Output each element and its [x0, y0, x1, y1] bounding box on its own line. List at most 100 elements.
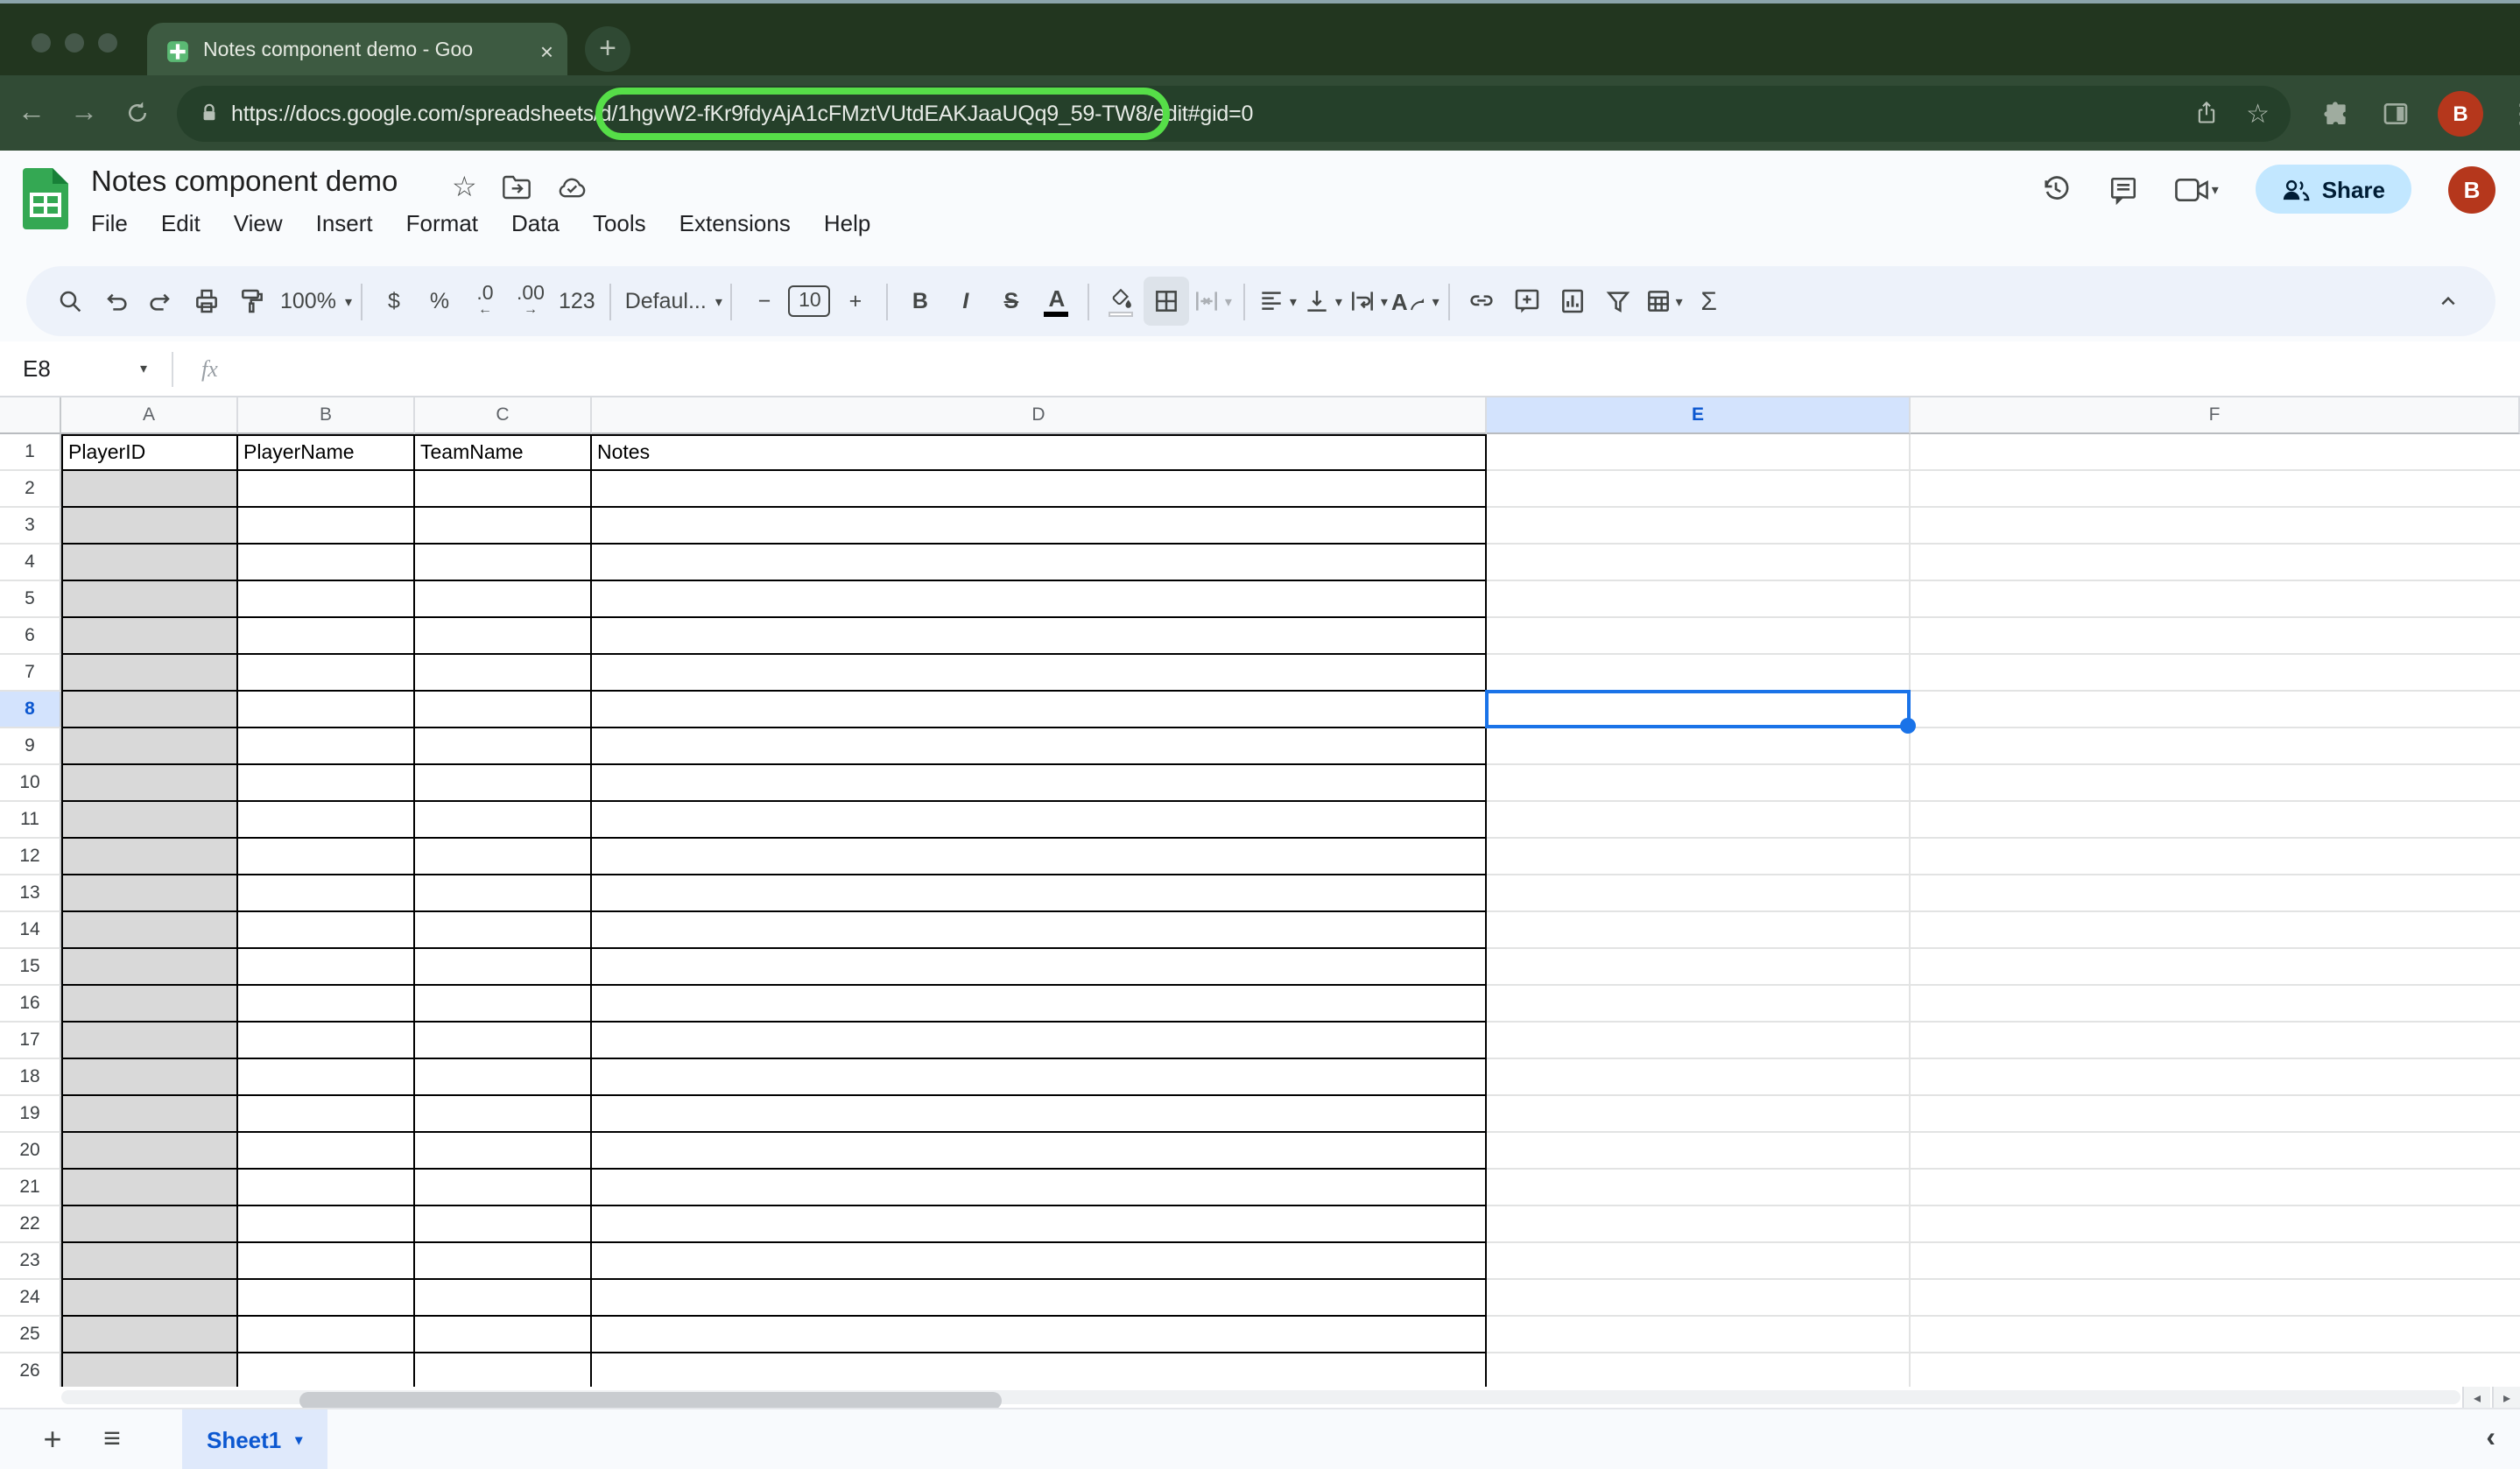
cell-B21[interactable] [238, 1170, 415, 1206]
cell-E8[interactable] [1487, 692, 1911, 728]
cell-A26[interactable] [61, 1353, 238, 1387]
cell-B10[interactable] [238, 765, 415, 802]
decrease-decimal-button[interactable]: .0← [462, 277, 508, 326]
cell-A14[interactable] [61, 912, 238, 949]
scrollbar-thumb[interactable] [299, 1392, 1002, 1409]
text-color-icon[interactable]: A [1034, 277, 1080, 326]
tab-close-icon[interactable]: × [540, 38, 553, 64]
cell-F25[interactable] [1911, 1317, 2520, 1353]
cell-D24[interactable] [592, 1280, 1487, 1317]
cell-A1[interactable]: PlayerID [61, 434, 238, 471]
cell-A19[interactable] [61, 1096, 238, 1133]
cell-C3[interactable] [415, 508, 592, 545]
cell-A23[interactable] [61, 1243, 238, 1280]
font-size-decrease-button[interactable]: − [742, 277, 787, 326]
undo-icon[interactable] [93, 277, 138, 326]
cell-F16[interactable] [1911, 986, 2520, 1023]
cell-C10[interactable] [415, 765, 592, 802]
browser-profile-avatar[interactable]: B [2438, 90, 2483, 136]
cell-A21[interactable] [61, 1170, 238, 1206]
row-header-16[interactable]: 16 [0, 986, 61, 1023]
cell-E14[interactable] [1487, 912, 1911, 949]
cell-B6[interactable] [238, 618, 415, 655]
cell-C4[interactable] [415, 545, 592, 581]
cell-A22[interactable] [61, 1206, 238, 1243]
cell-D18[interactable] [592, 1059, 1487, 1096]
menu-format[interactable]: Format [406, 210, 478, 236]
cell-C26[interactable] [415, 1353, 592, 1387]
scrollbar-track[interactable] [61, 1390, 2460, 1404]
cell-B9[interactable] [238, 728, 415, 765]
cell-C7[interactable] [415, 655, 592, 692]
column-header-A[interactable]: A [61, 397, 238, 434]
cell-C13[interactable] [415, 875, 592, 912]
cell-B26[interactable] [238, 1353, 415, 1387]
row-header-12[interactable]: 12 [0, 839, 61, 875]
row-header-13[interactable]: 13 [0, 875, 61, 912]
row-header-3[interactable]: 3 [0, 508, 61, 545]
cell-A10[interactable] [61, 765, 238, 802]
row-header-20[interactable]: 20 [0, 1133, 61, 1170]
cell-E18[interactable] [1487, 1059, 1911, 1096]
more-formats-button[interactable]: 123 [553, 277, 601, 326]
cell-C16[interactable] [415, 986, 592, 1023]
cell-C11[interactable] [415, 802, 592, 839]
cell-F11[interactable] [1911, 802, 2520, 839]
cell-D13[interactable] [592, 875, 1487, 912]
row-header-11[interactable]: 11 [0, 802, 61, 839]
cell-E16[interactable] [1487, 986, 1911, 1023]
cell-B14[interactable] [238, 912, 415, 949]
row-header-15[interactable]: 15 [0, 949, 61, 986]
insert-comment-icon[interactable] [1504, 277, 1550, 326]
cell-E12[interactable] [1487, 839, 1911, 875]
window-zoom-button[interactable] [98, 33, 117, 53]
cell-C17[interactable] [415, 1023, 592, 1059]
cell-F4[interactable] [1911, 545, 2520, 581]
cell-B25[interactable] [238, 1317, 415, 1353]
cell-C22[interactable] [415, 1206, 592, 1243]
row-header-18[interactable]: 18 [0, 1059, 61, 1096]
extensions-puzzle-icon[interactable] [2322, 99, 2350, 127]
formula-input[interactable] [218, 341, 2520, 396]
cell-D7[interactable] [592, 655, 1487, 692]
cell-C18[interactable] [415, 1059, 592, 1096]
zoom-select-button[interactable]: 100%▾ [275, 277, 352, 326]
cell-E5[interactable] [1487, 581, 1911, 618]
text-wrap-icon[interactable]: ▾ [1346, 277, 1391, 326]
cell-B7[interactable] [238, 655, 415, 692]
bold-button[interactable]: B [897, 277, 943, 326]
row-header-7[interactable]: 7 [0, 655, 61, 692]
cell-D22[interactable] [592, 1206, 1487, 1243]
create-filter-icon[interactable] [1595, 277, 1641, 326]
row-header-17[interactable]: 17 [0, 1023, 61, 1059]
insert-chart-icon[interactable] [1550, 277, 1595, 326]
sheets-profile-avatar[interactable]: B [2448, 165, 2495, 213]
cell-A18[interactable] [61, 1059, 238, 1096]
cell-F23[interactable] [1911, 1243, 2520, 1280]
table-views-icon[interactable]: ▾ [1641, 277, 1686, 326]
scroll-right-icon[interactable]: ▸ [2492, 1387, 2520, 1408]
column-header-F[interactable]: F [1911, 397, 2520, 434]
new-tab-button[interactable]: + [585, 26, 630, 72]
name-box[interactable]: E8 ▾ [0, 355, 147, 382]
cell-D8[interactable] [592, 692, 1487, 728]
row-header-22[interactable]: 22 [0, 1206, 61, 1243]
cell-D4[interactable] [592, 545, 1487, 581]
cell-B1[interactable]: PlayerName [238, 434, 415, 471]
cell-D12[interactable] [592, 839, 1487, 875]
cell-A20[interactable] [61, 1133, 238, 1170]
cell-A12[interactable] [61, 839, 238, 875]
reload-icon[interactable] [110, 100, 163, 126]
menu-insert[interactable]: Insert [316, 210, 373, 236]
cell-F18[interactable] [1911, 1059, 2520, 1096]
cell-F10[interactable] [1911, 765, 2520, 802]
menu-file[interactable]: File [91, 210, 128, 236]
column-header-B[interactable]: B [238, 397, 415, 434]
cell-D17[interactable] [592, 1023, 1487, 1059]
cell-E22[interactable] [1487, 1206, 1911, 1243]
cell-A9[interactable] [61, 728, 238, 765]
cloud-check-icon[interactable] [558, 176, 588, 199]
cell-C8[interactable] [415, 692, 592, 728]
cell-F15[interactable] [1911, 949, 2520, 986]
cell-F5[interactable] [1911, 581, 2520, 618]
